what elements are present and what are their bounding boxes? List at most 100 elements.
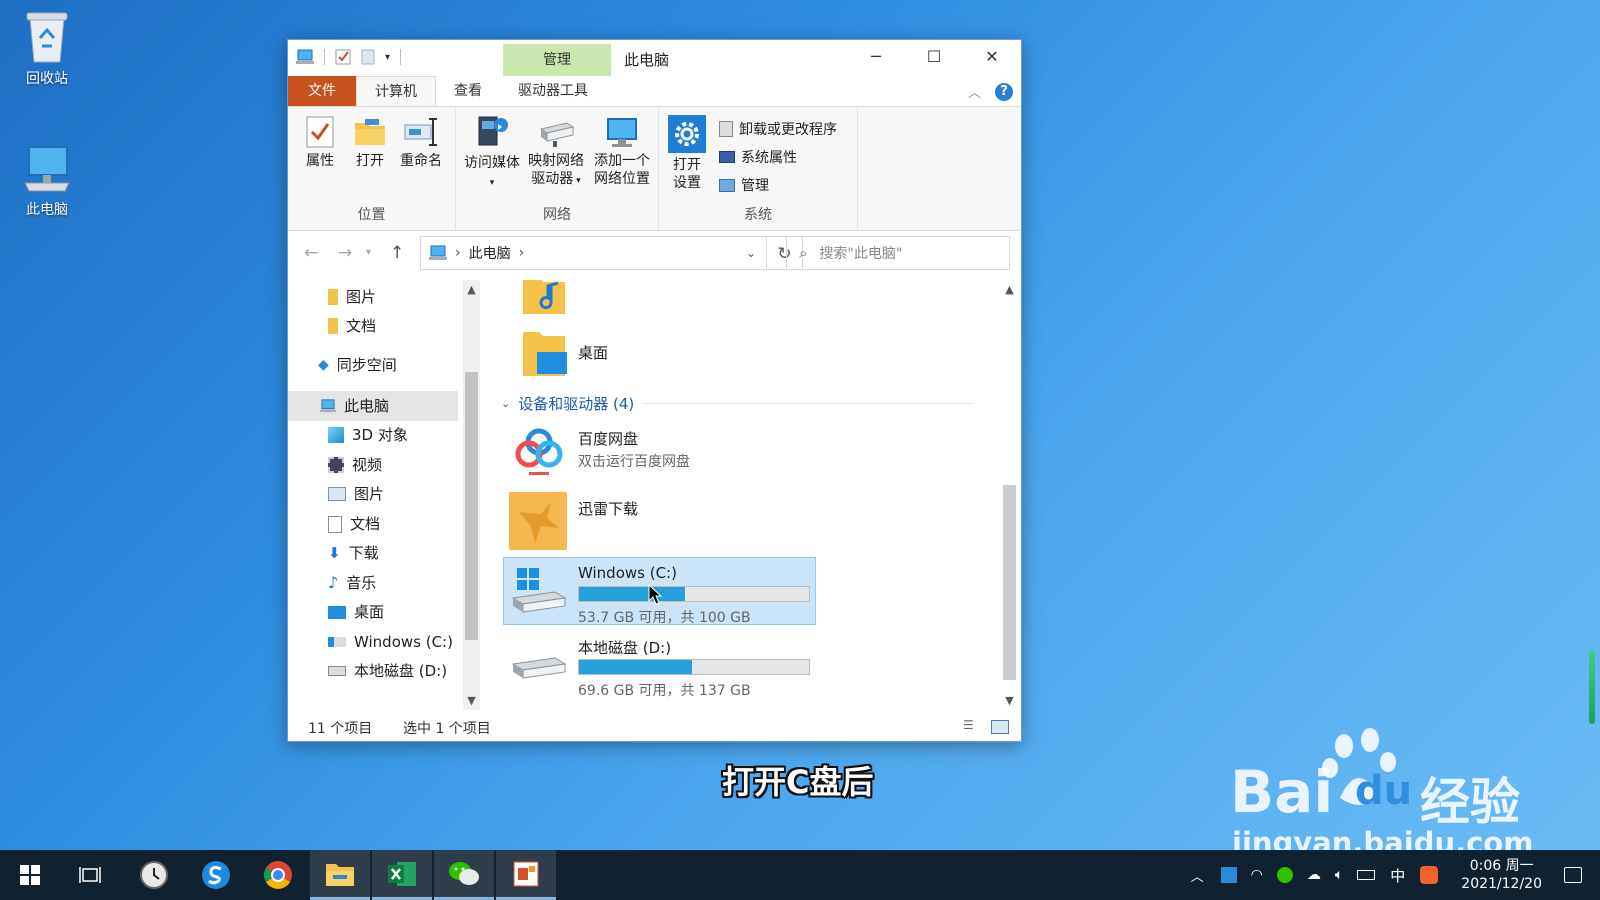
minimize-button[interactable]: ─	[847, 40, 905, 72]
nav-item-videos[interactable]: 视频	[328, 452, 382, 478]
add-network-location-button[interactable]: 添加一个 网络位置	[590, 115, 654, 188]
up-arrow-icon[interactable]: ↑	[390, 243, 404, 263]
nav-item-documents[interactable]: 文档	[328, 511, 380, 537]
nav-item-this-pc[interactable]: 此电脑	[288, 391, 458, 421]
system-properties-button[interactable]: 系统属性	[719, 147, 797, 167]
desktop-folder-icon[interactable]	[521, 328, 569, 380]
nav-item-drive-c[interactable]: Windows (C:)	[328, 629, 453, 655]
quick-access-toolbar: ▾	[296, 49, 402, 65]
breadcrumb-chevron-icon[interactable]: ›	[519, 245, 525, 261]
nav-item-drive-d[interactable]: 本地磁盘 (D:)	[328, 658, 447, 684]
chrome-button[interactable]	[248, 850, 308, 900]
music-folder-icon[interactable]	[521, 280, 569, 316]
nav-item-sync-space[interactable]: ◆ 同步空间	[318, 352, 397, 378]
sogou-ime-icon[interactable]	[1420, 866, 1439, 884]
content-scroll-thumb[interactable]	[1003, 485, 1016, 680]
help-icon[interactable]: ?	[995, 82, 1013, 101]
tab-computer[interactable]: 计算机	[356, 76, 436, 106]
details-view-icon[interactable]: ☰	[963, 718, 974, 732]
uninstall-programs-button[interactable]: 卸载或更改程序	[719, 119, 837, 139]
new-folder-icon[interactable]	[361, 49, 375, 65]
close-button[interactable]: ✕	[963, 40, 1021, 72]
nav-item-3d-objects[interactable]: 3D 对象	[328, 422, 408, 448]
this-pc-small-icon[interactable]	[296, 49, 314, 65]
clock[interactable]: 0:06 周一 2021/12/20	[1461, 857, 1542, 893]
drive-c-usage-bar	[578, 586, 810, 602]
nav-item-music[interactable]: ♪ 音乐	[328, 570, 376, 596]
xunlei-download-label[interactable]: 迅雷下载	[578, 498, 638, 519]
xunlei-download-icon[interactable]	[507, 490, 569, 552]
powerpoint-button[interactable]	[496, 850, 556, 900]
large-icons-view-icon[interactable]	[991, 720, 1009, 734]
wifi-icon[interactable]: ◠	[1251, 867, 1263, 883]
clock-app-button[interactable]	[124, 850, 184, 900]
desktop-recycle-bin[interactable]: 回收站	[7, 8, 87, 88]
nav-scroll-thumb[interactable]	[465, 372, 478, 640]
onedrive-icon[interactable]: ☁	[1307, 867, 1321, 883]
access-media-button[interactable]: 访问媒体 ▾	[460, 115, 524, 192]
nav-item-pictures[interactable]: 图片	[328, 481, 384, 507]
tab-drive-tools[interactable]: 驱动器工具	[500, 76, 606, 106]
open-button[interactable]: 打开	[348, 115, 392, 170]
nav-scrollbar[interactable]: ▲ ▼	[463, 280, 480, 710]
wechat-button[interactable]	[434, 850, 494, 900]
wechat-icon	[449, 861, 479, 885]
manage-button[interactable]: 管理	[719, 175, 769, 195]
address-bar[interactable]: › 此电脑 › ⌄	[420, 236, 767, 270]
scroll-down-icon[interactable]: ▼	[1001, 694, 1018, 707]
tab-view[interactable]: 查看	[436, 76, 500, 106]
breadcrumb-chevron-icon[interactable]: ›	[455, 245, 461, 261]
file-explorer-button[interactable]	[310, 850, 370, 900]
desktop-this-pc[interactable]: 此电脑	[7, 143, 87, 219]
baidu-netdisk-icon[interactable]	[511, 420, 567, 478]
address-dropdown-icon[interactable]: ⌄	[746, 246, 756, 260]
customize-chevron-icon[interactable]: ▾	[385, 52, 390, 63]
content-scrollbar[interactable]: ▲ ▼	[1001, 280, 1018, 710]
properties-button[interactable]: 属性	[298, 115, 342, 170]
excel-button[interactable]	[372, 850, 432, 900]
nav-item-documents-quick[interactable]: 文档	[328, 313, 376, 339]
devices-group-header[interactable]: ⌄ 设备和驱动器 (4)	[501, 393, 634, 414]
search-input[interactable]: ⌕ 搜索"此电脑"	[786, 236, 1010, 270]
documents-icon	[328, 515, 342, 533]
drive-c-usage-fill	[579, 587, 686, 601]
drive-d-usage-bar	[578, 659, 810, 675]
tab-file[interactable]: 文件	[288, 76, 356, 106]
scroll-down-icon[interactable]: ▼	[463, 694, 480, 707]
baidu-netdisk-subtitle: 双击运行百度网盘	[578, 454, 690, 470]
rename-button[interactable]: 重命名	[394, 115, 448, 170]
scroll-up-icon[interactable]: ▲	[1001, 283, 1018, 296]
open-settings-button[interactable]: 打开 设置	[665, 115, 709, 192]
task-view-button[interactable]	[60, 850, 120, 900]
desktop-folder-label[interactable]: 桌面	[578, 342, 608, 363]
forward-arrow-icon[interactable]: →	[338, 243, 352, 263]
volume-icon[interactable]: 🔈︎	[1335, 867, 1343, 883]
search-placeholder: 搜索"此电脑"	[819, 246, 903, 262]
ime-indicator[interactable]: 中	[1390, 865, 1405, 886]
notification-center-icon[interactable]	[1564, 867, 1582, 883]
start-button[interactable]	[0, 850, 60, 900]
battery-icon[interactable]	[1357, 870, 1376, 880]
nav-item-desktop[interactable]: 桌面	[328, 599, 384, 625]
recent-locations-chevron-icon[interactable]: ▾	[366, 247, 371, 258]
local-disk-icon[interactable]	[511, 652, 567, 686]
drive-c-label: Windows (C:)	[578, 564, 677, 582]
properties-check-icon[interactable]	[335, 49, 351, 65]
sogou-browser-button[interactable]	[186, 850, 246, 900]
bluetooth-app-icon[interactable]	[1220, 867, 1237, 883]
nav-item-pictures-quick[interactable]: 图片	[328, 284, 376, 310]
security-app-icon[interactable]	[1276, 867, 1293, 883]
drive-d-usage-fill	[579, 660, 693, 674]
back-arrow-icon[interactable]: ←	[304, 243, 318, 263]
settings-gear-icon	[668, 115, 706, 153]
map-network-drive-button[interactable]: 映射网络 驱动器 ▾	[524, 115, 588, 190]
breadcrumb-this-pc[interactable]: 此电脑	[469, 243, 511, 263]
nav-item-downloads[interactable]: ⬇ 下载	[328, 540, 379, 566]
drive-d-label[interactable]: 本地磁盘 (D:)	[578, 637, 671, 658]
baidu-netdisk-label[interactable]: 百度网盘	[578, 428, 638, 449]
scroll-up-icon[interactable]: ▲	[463, 283, 480, 296]
maximize-button[interactable]: ☐	[905, 40, 963, 72]
context-tab-manage[interactable]: 管理	[503, 44, 611, 76]
collapse-ribbon-icon[interactable]: ︿	[968, 82, 981, 101]
tray-expand-icon[interactable]: ︿	[1191, 866, 1204, 885]
